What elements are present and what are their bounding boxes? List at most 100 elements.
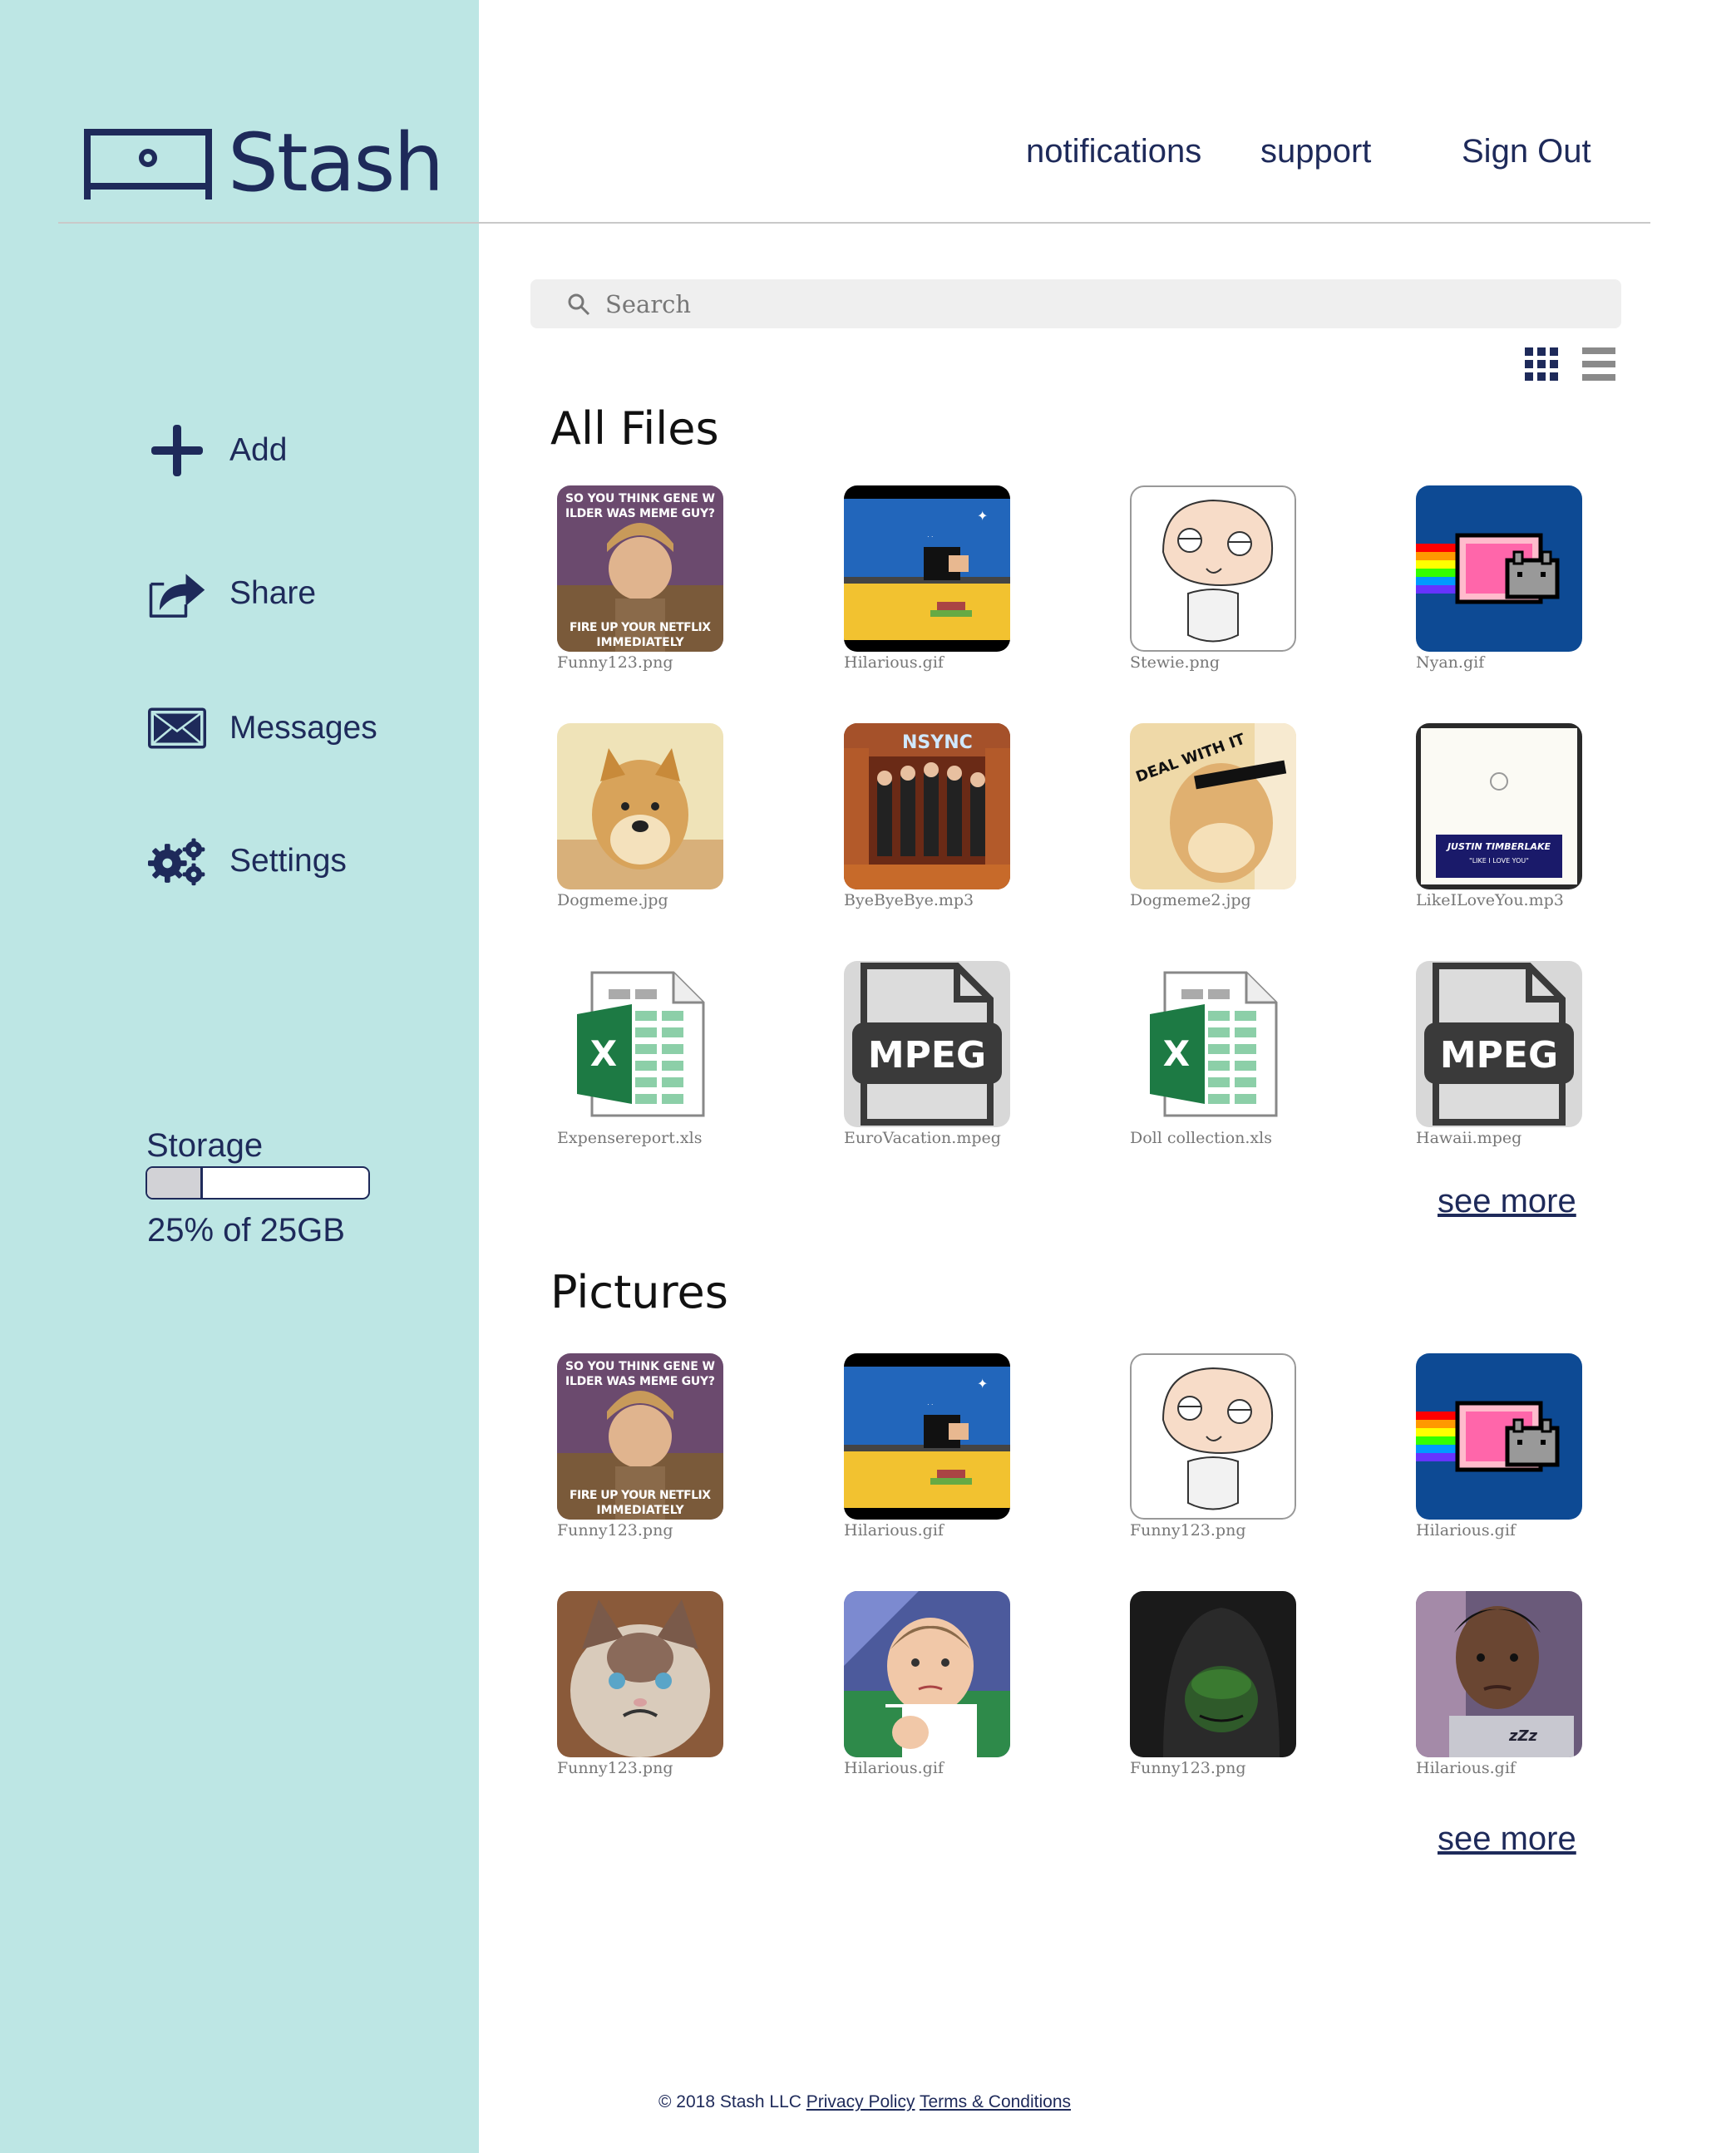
notifications-link[interactable]: notifications bbox=[1026, 133, 1201, 170]
file-thumbnail[interactable]: MPEG bbox=[844, 961, 1010, 1127]
file-thumbnail[interactable] bbox=[1130, 1353, 1296, 1520]
file-thumbnail[interactable]: JUSTIN TIMBERLAKE "LIKE I LOVE YOU" bbox=[1416, 723, 1582, 889]
storage-label: Storage bbox=[146, 1127, 264, 1164]
copyright: © 2018 Stash LLC bbox=[658, 2092, 801, 2111]
nav-support[interactable]: support bbox=[1260, 133, 1371, 170]
svg-text:✦: ✦ bbox=[977, 1377, 988, 1392]
file-name: Expensereport.xls bbox=[557, 1129, 703, 1147]
file-name: Dogmeme2.jpg bbox=[1130, 891, 1251, 909]
file-thumbnail[interactable]: X bbox=[557, 961, 723, 1127]
support-link[interactable]: support bbox=[1260, 133, 1371, 170]
sidebar-item-share[interactable]: Share bbox=[148, 564, 316, 623]
file-name: Hilarious.gif bbox=[844, 1521, 944, 1540]
search-input[interactable] bbox=[605, 289, 1520, 318]
file-tile[interactable]: Hilarious.gif bbox=[844, 1591, 1010, 1777]
file-tile[interactable]: SO YOU THINK GENE W ILDER WAS MEME GUY? … bbox=[557, 1353, 723, 1540]
nav-signout[interactable]: Sign Out bbox=[1462, 133, 1591, 170]
grid-view-button[interactable] bbox=[1525, 347, 1558, 385]
file-tile[interactable]: Stewie.png bbox=[1130, 485, 1296, 672]
svg-text:X: X bbox=[1163, 1033, 1190, 1074]
file-thumbnail[interactable]: ✦ · · bbox=[844, 1353, 1010, 1520]
file-tile[interactable]: JUSTIN TIMBERLAKE "LIKE I LOVE YOU" LikeI… bbox=[1416, 723, 1582, 909]
file-thumbnail[interactable] bbox=[844, 1591, 1010, 1757]
sidebar-item-label: Add bbox=[229, 432, 288, 468]
see-more-all-files-link[interactable]: see more bbox=[1438, 1183, 1576, 1220]
svg-text:zZz: zZz bbox=[1508, 1727, 1538, 1745]
svg-text:✦: ✦ bbox=[977, 510, 988, 524]
privacy-policy-link[interactable]: Privacy Policy bbox=[806, 2092, 915, 2111]
file-tile[interactable]: DEAL WITH IT Dogmeme2.jpg bbox=[1130, 723, 1296, 909]
search-bar[interactable] bbox=[530, 279, 1621, 328]
file-name: Dogmeme.jpg bbox=[557, 891, 668, 909]
file-thumbnail[interactable] bbox=[1416, 1353, 1582, 1520]
file-tile[interactable]: Nyan.gif bbox=[1416, 485, 1582, 672]
sidebar-item-label: Settings bbox=[229, 843, 347, 879]
stash-logo-icon bbox=[84, 129, 212, 200]
file-tile[interactable]: SO YOU THINK GENE W ILDER WAS MEME GUY? … bbox=[557, 485, 723, 672]
svg-text:FIRE UP YOUR NETFLIX: FIRE UP YOUR NETFLIX bbox=[570, 621, 711, 634]
header-divider bbox=[58, 222, 1650, 224]
gear-icon bbox=[148, 832, 206, 890]
file-thumbnail[interactable]: ✦ · · bbox=[844, 485, 1010, 652]
file-tile[interactable]: X Doll collection.xls bbox=[1130, 961, 1296, 1147]
sign-out-link[interactable]: Sign Out bbox=[1462, 133, 1591, 170]
file-tile[interactable]: ✦ · · Hilarious.gif bbox=[844, 1353, 1010, 1540]
file-thumbnail[interactable] bbox=[1130, 1591, 1296, 1757]
file-name: Stewie.png bbox=[1130, 653, 1221, 672]
terms-link[interactable]: Terms & Conditions bbox=[920, 2092, 1071, 2111]
file-name: Funny123.png bbox=[557, 1759, 673, 1777]
file-tile[interactable]: X Expensereport.xls bbox=[557, 961, 723, 1147]
file-name: Hilarious.gif bbox=[1416, 1759, 1516, 1777]
list-icon bbox=[1582, 347, 1615, 381]
svg-text:· ·: · · bbox=[927, 1401, 934, 1408]
file-thumbnail[interactable]: zZz bbox=[1416, 1591, 1582, 1757]
nav-notifications[interactable]: notifications bbox=[1026, 133, 1201, 170]
file-thumbnail[interactable]: MPEG bbox=[1416, 961, 1582, 1127]
file-thumbnail[interactable] bbox=[1416, 485, 1582, 652]
file-tile[interactable]: ✦ · · Hilarious.gif bbox=[844, 485, 1010, 672]
file-tile[interactable]: MPEG EuroVacation.mpeg bbox=[844, 961, 1010, 1147]
file-tile[interactable]: Hilarious.gif bbox=[1416, 1353, 1582, 1540]
file-thumbnail[interactable] bbox=[557, 1591, 723, 1757]
file-thumbnail[interactable]: SO YOU THINK GENE W ILDER WAS MEME GUY? … bbox=[557, 485, 723, 652]
sidebar-item-settings[interactable]: Settings bbox=[148, 832, 347, 890]
sidebar-item-messages[interactable]: Messages bbox=[148, 699, 377, 757]
meme-caption: SO YOU THINK GENE W bbox=[565, 1360, 715, 1373]
sidebar: Stash Add Share Messages Settings Storag… bbox=[0, 0, 479, 2153]
file-name: Funny123.png bbox=[1130, 1759, 1246, 1777]
svg-text:JUSTIN TIMBERLAKE: JUSTIN TIMBERLAKE bbox=[1446, 841, 1551, 852]
file-tile[interactable]: Funny123.png bbox=[557, 1591, 723, 1777]
file-name: Hilarious.gif bbox=[844, 653, 944, 672]
file-thumbnail[interactable]: DEAL WITH IT bbox=[1130, 723, 1296, 889]
svg-text:NSYNC: NSYNC bbox=[902, 732, 973, 753]
file-thumbnail[interactable] bbox=[557, 723, 723, 889]
sidebar-item-add[interactable]: Add bbox=[148, 421, 287, 480]
file-tile[interactable]: NSYNC ByeByeBye.mp3 bbox=[844, 723, 1010, 909]
section-title-pictures: Pictures bbox=[550, 1266, 728, 1318]
file-thumbnail[interactable]: X bbox=[1130, 961, 1296, 1127]
file-name: Hawaii.mpeg bbox=[1416, 1129, 1522, 1147]
storage-bar bbox=[145, 1166, 370, 1200]
list-view-button[interactable] bbox=[1582, 347, 1615, 385]
mail-icon bbox=[148, 699, 206, 757]
search-icon bbox=[568, 293, 590, 315]
file-thumbnail[interactable]: SO YOU THINK GENE W ILDER WAS MEME GUY? … bbox=[557, 1353, 723, 1520]
svg-text:IMMEDIATELY: IMMEDIATELY bbox=[596, 1504, 684, 1517]
file-tile[interactable]: Dogmeme.jpg bbox=[557, 723, 723, 909]
see-more-pictures-link[interactable]: see more bbox=[1438, 1820, 1576, 1858]
logo[interactable]: Stash bbox=[83, 116, 444, 209]
svg-text:IMMEDIATELY: IMMEDIATELY bbox=[596, 636, 684, 649]
svg-text:"LIKE I LOVE YOU": "LIKE I LOVE YOU" bbox=[1469, 857, 1529, 865]
file-tile[interactable]: Funny123.png bbox=[1130, 1353, 1296, 1540]
file-name: LikeILoveYou.mp3 bbox=[1416, 891, 1564, 909]
file-tile[interactable]: zZz Hilarious.gif bbox=[1416, 1591, 1582, 1777]
file-name: ByeByeBye.mp3 bbox=[844, 891, 974, 909]
section-title-all-files: All Files bbox=[550, 402, 719, 455]
file-tile[interactable]: Funny123.png bbox=[1130, 1591, 1296, 1777]
file-tile[interactable]: MPEG Hawaii.mpeg bbox=[1416, 961, 1582, 1147]
file-thumbnail[interactable]: NSYNC bbox=[844, 723, 1010, 889]
file-thumbnail[interactable] bbox=[1130, 485, 1296, 652]
sidebar-item-label: Share bbox=[229, 575, 317, 611]
share-icon bbox=[148, 564, 206, 623]
file-name: Funny123.png bbox=[1130, 1521, 1246, 1540]
